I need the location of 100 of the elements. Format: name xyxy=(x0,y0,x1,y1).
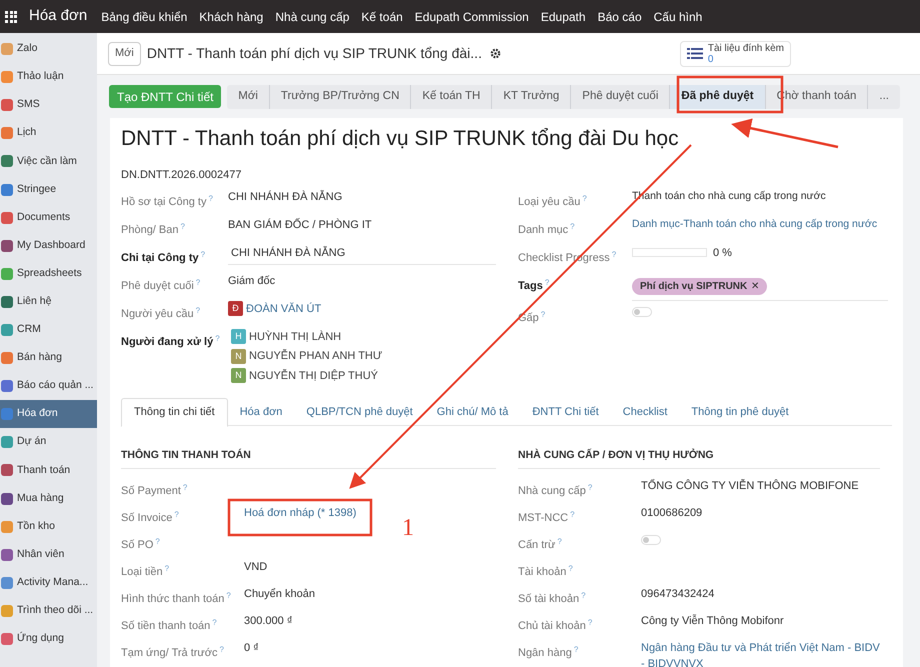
sidebar-item[interactable]: Zalo xyxy=(0,35,97,64)
menu-item[interactable]: Edupath Commission xyxy=(414,8,529,26)
status-stage[interactable]: Mới xyxy=(227,84,270,108)
status-stage[interactable]: ... xyxy=(868,84,900,108)
sidebar-item[interactable]: Thanh toán xyxy=(0,456,97,484)
annotation-number: 1 xyxy=(402,514,414,543)
field-label: Hồ sơ tại Công ty xyxy=(121,196,206,208)
toggle-switch[interactable] xyxy=(632,306,652,316)
section-heading: NHÀ CUNG CẤP / ĐƠN VỊ THỤ HƯỞNG xyxy=(518,448,880,469)
field-label: Phòng/ Ban xyxy=(121,224,178,236)
tab[interactable]: Hóa đơn xyxy=(228,398,294,427)
status-stage[interactable]: Trưởng BP/Trưởng CN xyxy=(270,84,412,108)
menu-item[interactable]: Khách hàng xyxy=(199,8,264,26)
sidebar-item[interactable]: Mua hàng xyxy=(0,484,97,513)
tab[interactable]: Checklist xyxy=(610,398,680,427)
field-value: CHI NHÁNH ĐÀ NẴNG xyxy=(228,190,342,202)
sidebar-item[interactable]: CRM xyxy=(0,316,97,344)
gear-icon[interactable] xyxy=(490,48,501,59)
status-stage[interactable]: Kế toán TH xyxy=(411,84,492,108)
sidebar-item[interactable]: Thảo luận xyxy=(0,63,97,92)
sidebar-item[interactable]: Spreadsheets xyxy=(0,260,97,288)
field-value: 300.000 ₫ xyxy=(244,614,292,627)
field-label: Người yêu cầu xyxy=(121,308,194,320)
field-link[interactable]: Ngân hàng Đầu tư và Phát triển Việt Nam - BIDV - BIDVVNVX xyxy=(641,640,880,667)
avatar: Đ xyxy=(228,301,243,316)
status-stage[interactable]: Đã phê duyệt xyxy=(670,84,766,108)
sidebar-item[interactable]: Báo cáo quản ... xyxy=(0,372,97,400)
field-label: Tài khoản xyxy=(518,566,566,578)
field-label: Nhà cung cấp xyxy=(518,484,586,497)
field-label: Số Invoice xyxy=(121,512,172,524)
remove-tag-button[interactable]: ✕ xyxy=(751,278,760,294)
field-label: Tags xyxy=(518,280,543,292)
sidebar-item[interactable]: My Dashboard xyxy=(0,232,97,260)
menu-item[interactable]: Bảng điều khiển xyxy=(101,8,188,26)
sidebar-item[interactable]: Hóa đơn xyxy=(0,400,97,428)
sidebar-item[interactable]: Dự án xyxy=(0,428,97,456)
field-value: TỔNG CÔNG TY VIỄN THÔNG MOBIFONE xyxy=(641,480,859,492)
attachments-button[interactable]: Tài liệu đính kèm 0 xyxy=(680,40,791,66)
section-heading: THÔNG TIN THANH TOÁN xyxy=(121,448,496,469)
sidebar-item[interactable]: Liên hệ xyxy=(0,288,97,316)
avatar: N xyxy=(231,348,246,364)
field-label: Số PO xyxy=(121,538,154,551)
field-value: 0 ₫ xyxy=(244,642,259,654)
sidebar-item[interactable]: Documents xyxy=(0,204,97,232)
breadcrumb-button[interactable]: Mới xyxy=(108,42,141,66)
field-label: Phê duyệt cuối xyxy=(121,280,194,292)
sidebar-item[interactable]: Việc cần làm xyxy=(0,147,97,176)
toggle-switch[interactable] xyxy=(641,534,661,545)
user-name: NGUYỄN PHAN ANH THƯ xyxy=(249,348,382,364)
tag-chip: Phí dịch vụ SIPTRUNK ✕ xyxy=(632,278,768,294)
status-stage[interactable]: KT Trưởng xyxy=(492,84,572,108)
sidebar-item[interactable]: Nhân viên xyxy=(0,540,97,569)
field-value: Giám đốc xyxy=(228,274,276,286)
user-link[interactable]: ĐOÀN VĂN ÚT xyxy=(246,300,322,317)
app-grid-icon[interactable] xyxy=(5,10,17,22)
menu-item[interactable]: Cấu hình xyxy=(654,8,702,26)
tab[interactable]: QLBP/TCN phê duyệt xyxy=(294,398,425,427)
sidebar-item[interactable]: Lịch xyxy=(0,119,97,148)
field-label: MST-NCC xyxy=(518,512,568,524)
field-value: VND xyxy=(244,560,268,573)
field-value: 0100686209 xyxy=(641,506,702,519)
sidebar-item[interactable]: Trình theo dõi ... xyxy=(0,596,97,625)
sidebar-item[interactable]: Ứng dụng xyxy=(0,624,97,654)
sidebar-item[interactable]: Activity Mana... xyxy=(0,568,97,597)
menu-item[interactable]: Nhà cung cấp xyxy=(275,8,350,26)
field-label: Loại tiền xyxy=(121,566,163,578)
field-label: Danh mục xyxy=(518,224,568,236)
sidebar-item[interactable]: Tồn kho xyxy=(0,512,97,541)
avatar: H xyxy=(231,329,246,344)
input-field[interactable]: CHI NHÁNH ĐÀ NẴNG xyxy=(228,244,496,265)
record-title: DNTT - Thanh toán phí dịch vụ SIP TRUNK tổng đài... xyxy=(146,44,482,63)
field-label: Số tài khoản xyxy=(518,592,580,605)
tab[interactable]: Thông tin phê duyệt xyxy=(679,398,801,427)
field-label: Loại yêu cầu xyxy=(518,196,580,208)
field-link[interactable]: Hoá đơn nháp (* 1398) xyxy=(244,504,356,522)
field-value: BAN GIÁM ĐỐC / PHÒNG IT xyxy=(228,218,372,230)
tab[interactable]: Thông tin chi tiết xyxy=(121,398,228,427)
field-label: Hình thức thanh toán xyxy=(121,592,224,605)
tab[interactable]: ĐNTT Chi tiết xyxy=(520,398,611,427)
field-label: Tạm ứng/ Trả trước xyxy=(121,646,218,659)
field-label: Ngân hàng xyxy=(518,646,572,659)
menu-item[interactable]: Kế toán xyxy=(361,8,403,26)
menu-item[interactable]: Báo cáo xyxy=(598,8,642,26)
sidebar-item[interactable]: SMS xyxy=(0,91,97,120)
sidebar-item[interactable]: Stringee xyxy=(0,175,97,204)
progress-percent: 0 % xyxy=(713,246,732,260)
field-label: Chủ tài khoản xyxy=(518,620,586,632)
record-heading: DNTT - Thanh toán phí dịch vụ SIP TRUNK tổng đài Du học xyxy=(121,126,679,152)
menu-item[interactable]: Edupath xyxy=(540,8,586,26)
list-icon xyxy=(686,47,703,60)
sidebar-item[interactable]: Bán hàng xyxy=(0,344,97,372)
field-label: Chi tại Công ty xyxy=(121,252,199,264)
field-label: Người đang xử lý xyxy=(121,336,214,348)
field-link[interactable]: Danh mục-Thanh toán cho nhà cung cấp trong nước xyxy=(632,216,878,232)
user-name: HUỲNH THỊ LÀNH xyxy=(249,330,342,344)
tab[interactable]: Ghi chú/ Mô tả xyxy=(424,398,520,427)
reference-number: DN.DNTT.2026.0002477 xyxy=(121,168,242,183)
app-name: Hóa đơn xyxy=(29,6,88,26)
field-label: Cấn trừ xyxy=(518,538,556,551)
field-label: Số tiền thanh toán xyxy=(121,620,210,632)
